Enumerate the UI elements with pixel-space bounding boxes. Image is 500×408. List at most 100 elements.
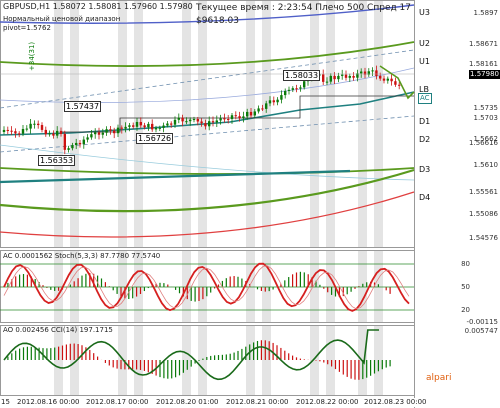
balance-label: $9618.03 (196, 16, 239, 26)
session-stripe (246, 0, 255, 248)
session-stripe (310, 325, 319, 395)
candle-body (227, 118, 230, 120)
candle-body (390, 78, 393, 82)
session-stripe (374, 0, 383, 248)
candle-body (56, 130, 59, 136)
indicator-title: Нормальный ценовой диапазон (3, 15, 121, 23)
candle-body (82, 139, 85, 145)
level-label: D1 (419, 117, 431, 126)
level-line-d3 (0, 169, 351, 184)
stoch-level-label: 20 (461, 306, 470, 314)
level-label: U1 (419, 57, 430, 66)
price-level-tag: 1.56726 (136, 133, 174, 144)
candle-body (265, 103, 268, 109)
candle-body (94, 132, 97, 135)
candle-body (303, 81, 306, 88)
candle-body (33, 123, 36, 125)
session-stripe (262, 250, 271, 322)
candle-body (295, 88, 298, 90)
candle-body (67, 148, 70, 150)
candle-body (135, 121, 139, 127)
candle-body (341, 74, 344, 76)
candle-body (238, 116, 241, 119)
candle-body (379, 75, 382, 79)
candle-body (14, 131, 17, 134)
candle-body (272, 100, 275, 103)
candle-body (63, 133, 66, 150)
candle-body (37, 123, 40, 126)
candle-body (173, 119, 177, 125)
candle-body (128, 125, 131, 127)
session-stripe (54, 0, 63, 248)
candle-body (325, 81, 329, 83)
candle-body (291, 88, 294, 90)
candle-body (75, 142, 78, 146)
price-tick: 1.5610 (473, 161, 499, 169)
candle-body (371, 70, 374, 72)
candle-body (154, 127, 158, 130)
candle-body (48, 133, 51, 135)
time-tick: 2012.08.20 01:00 (156, 398, 219, 407)
candle-body (287, 89, 291, 91)
candle-body (109, 129, 112, 131)
candle-body (170, 123, 173, 125)
candle-body (196, 119, 199, 122)
candle-body (18, 133, 21, 135)
candle-body (382, 78, 386, 81)
candle-body (10, 130, 13, 132)
price-level-tag: 1.56353 (38, 155, 76, 166)
session-stripe (326, 0, 335, 248)
candle-body (124, 126, 127, 129)
price-level-tag: 1.57437 (64, 101, 102, 112)
candle-body (158, 127, 161, 129)
price-tick: 1.58671 (469, 40, 498, 48)
candle-body (97, 132, 101, 135)
level-label: D2 (419, 135, 431, 144)
candle-body (223, 118, 226, 120)
session-stripe (262, 0, 271, 248)
candle-body (204, 123, 207, 127)
candle-body (253, 111, 256, 116)
candle-body (2, 129, 6, 132)
candle-body (6, 129, 9, 131)
candle-body (333, 75, 336, 80)
candle-body (337, 75, 340, 80)
candle-body (151, 123, 154, 130)
candle-body (230, 115, 234, 120)
candle-body (21, 128, 25, 134)
ac-tag: AC (418, 93, 432, 104)
candle-body (116, 127, 120, 134)
level-label: U2 (419, 39, 430, 48)
ac-min-label: -0.00115 (466, 318, 498, 326)
session-stripe (198, 250, 207, 322)
pivot-label: pivot=1.5762 (3, 24, 51, 32)
time-tick: 2012.08.21 00:00 (226, 398, 289, 407)
candle-body (162, 125, 165, 128)
candle-body (322, 74, 325, 82)
candle-body (268, 100, 272, 104)
ac-panel-title: AC 0.0001562 Stoch(5,3,3) 87.7780 77.574… (3, 252, 161, 260)
candle-body (177, 117, 180, 120)
candle-body (242, 116, 245, 119)
candle-body (29, 123, 32, 129)
candle-body (132, 125, 135, 127)
price-level-tag: 1.58033 (283, 70, 321, 81)
candle-body (276, 99, 279, 103)
time-tick: 2012.08.22 00:00 (296, 398, 359, 407)
candle-body (40, 125, 44, 130)
candle-body (59, 130, 63, 134)
candle-body (394, 81, 397, 85)
candle-body (113, 130, 116, 134)
price-tick: 1.58161 (469, 60, 498, 68)
candle-body (86, 137, 89, 140)
session-stripe (134, 325, 143, 395)
candle-body (280, 95, 283, 100)
candle-body (249, 111, 253, 116)
candle-body (299, 87, 302, 89)
candle-body (78, 142, 82, 145)
candle-body (284, 90, 287, 96)
candle-body (215, 120, 218, 123)
price-tick: 1.55561 (469, 188, 498, 196)
candle-body (329, 75, 332, 82)
candle-body (208, 121, 211, 127)
